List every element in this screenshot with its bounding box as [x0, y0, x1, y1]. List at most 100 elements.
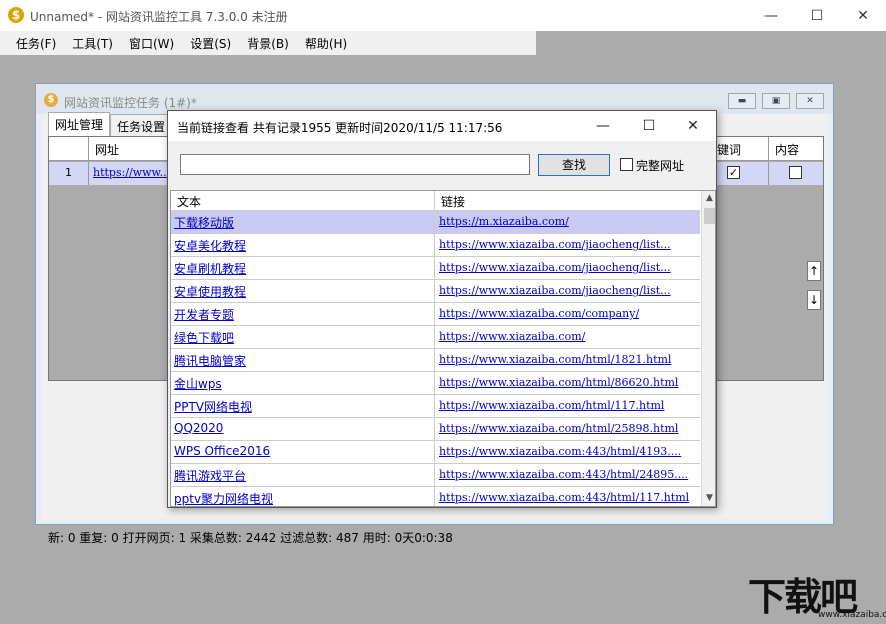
keywords-checkbox[interactable]: ✓	[727, 166, 740, 179]
list-item-text[interactable]: pptv聚力网络电视	[174, 492, 273, 506]
list-item[interactable]: PPTV网络电视 https://www.xiazaiba.com/html/11…	[171, 395, 700, 418]
menu-background[interactable]: 背景(B)	[239, 35, 297, 52]
list-item-link[interactable]: https://www.xiazaiba.com/html/86620.html	[435, 372, 700, 395]
child-dollar-icon: $	[44, 93, 58, 107]
list-item-text-cell: PPTV网络电视	[171, 395, 435, 418]
window-title: Unnamed* - 网站资讯监控工具 7.3.0.0 未注册	[30, 10, 288, 24]
list-item-link[interactable]: https://www.xiazaiba.com:443/html/117.ht…	[435, 487, 700, 506]
list-item-text-cell: 腾讯电脑管家	[171, 349, 435, 372]
list-item[interactable]: 安卓使用教程 https://www.xiazaiba.com/jiaocheng…	[171, 280, 700, 303]
menu-settings[interactable]: 设置(S)	[182, 35, 239, 52]
content-checkbox[interactable]	[789, 166, 802, 179]
grid-header-content: 内容	[775, 143, 800, 157]
app-dollar-icon: $	[8, 7, 24, 23]
maximize-button[interactable]: ☐	[794, 0, 840, 31]
list-item-text-cell: 安卓刷机教程	[171, 257, 435, 280]
list-item-text[interactable]: PPTV网络电视	[174, 400, 252, 414]
list-item-text[interactable]: WPS Office2016	[174, 444, 270, 458]
list-header-link[interactable]: 链接	[435, 191, 700, 211]
list-item-link[interactable]: https://www.xiazaiba.com:443/html/24895.…	[435, 464, 700, 487]
scroll-thumb[interactable]	[704, 208, 715, 224]
list-item-text[interactable]: 腾讯电脑管家	[174, 354, 246, 368]
grid-header-url: 网址	[89, 137, 169, 161]
row-keywords-cell: ✓	[711, 162, 769, 185]
list-item-text[interactable]: 安卓美化教程	[174, 239, 246, 253]
list-item-text[interactable]: 下载移动版	[174, 216, 234, 230]
tab-url-management[interactable]: 网址管理	[48, 112, 111, 136]
child-restore-button[interactable]: ▣	[762, 93, 790, 109]
list-item-link[interactable]: https://www.xiazaiba.com/company/	[435, 303, 700, 326]
search-button[interactable]: 查找	[538, 154, 610, 176]
list-item-text[interactable]: 绿色下载吧	[174, 331, 234, 345]
list-item-link[interactable]: https://www.xiazaiba.com/	[435, 326, 700, 349]
list-item-text-cell: 腾讯游戏平台	[171, 464, 435, 487]
search-input[interactable]	[180, 154, 530, 175]
move-up-button[interactable]: ↑	[807, 261, 821, 281]
list-item-text[interactable]: 金山wps	[174, 377, 222, 391]
menu-task[interactable]: 任务(F)	[8, 35, 64, 52]
scroll-down-icon[interactable]: ▼	[702, 491, 715, 506]
minimize-button[interactable]: —	[748, 0, 794, 31]
row-number: 1	[49, 162, 89, 185]
list-item-text-cell: pptv聚力网络电视	[171, 487, 435, 506]
row-url[interactable]: https://www...	[89, 162, 169, 185]
list-item-link[interactable]: https://www.xiazaiba.com/jiaocheng/list.…	[435, 257, 700, 280]
list-item-link[interactable]: https://www.xiazaiba.com/html/117.html	[435, 395, 700, 418]
dialog-close-button[interactable]: ✕	[670, 111, 716, 141]
list-item[interactable]: 金山wps https://www.xiazaiba.com/html/86620…	[171, 372, 700, 395]
list-item-link[interactable]: https://www.xiazaiba.com/html/1821.html	[435, 349, 700, 372]
list-item[interactable]: pptv聚力网络电视 https://www.xiazaiba.com:443/h…	[171, 487, 700, 506]
list-item-text-cell: 金山wps	[171, 372, 435, 395]
list-item[interactable]: 开发者专题 https://www.xiazaiba.com/company/	[171, 303, 700, 326]
list-item-text-cell: 下载移动版	[171, 211, 435, 234]
dialog-titlebar: 当前链接查看 共有记录1955 更新时间2020/11/5 11:17:56 —…	[168, 111, 716, 141]
dialog-maximize-button[interactable]: ☐	[626, 111, 672, 141]
child-window-title: 网站资讯监控任务 (1#)*	[64, 96, 197, 110]
menu-tools[interactable]: 工具(T)	[64, 35, 121, 52]
list-item-text-cell: 绿色下载吧	[171, 326, 435, 349]
row-content-cell	[769, 162, 823, 185]
list-item-text[interactable]: 安卓使用教程	[174, 285, 246, 299]
watermark-url: www.xiazaiba.com	[818, 610, 886, 620]
list-item[interactable]: 安卓刷机教程 https://www.xiazaiba.com/jiaocheng…	[171, 257, 700, 280]
list-item-text-cell: WPS Office2016	[171, 441, 435, 464]
list-item-text-cell: 安卓使用教程	[171, 280, 435, 303]
list-item-link[interactable]: https://www.xiazaiba.com/jiaocheng/list.…	[435, 280, 700, 303]
list-item-link[interactable]: https://www.xiazaiba.com/html/25898.html	[435, 418, 700, 441]
list-header-text[interactable]: 文本	[171, 191, 435, 211]
close-button[interactable]: ✕	[840, 0, 886, 31]
list-item-text-cell: 安卓美化教程	[171, 234, 435, 257]
list-item[interactable]: 安卓美化教程 https://www.xiazaiba.com/jiaocheng…	[171, 234, 700, 257]
list-item[interactable]: QQ2020 https://www.xiazaiba.com/html/2589…	[171, 418, 700, 441]
menu-help[interactable]: 帮助(H)	[297, 35, 355, 52]
dialog-minimize-button[interactable]: —	[580, 111, 626, 141]
list-item-text[interactable]: 开发者专题	[174, 308, 234, 322]
main-titlebar: $ Unnamed* - 网站资讯监控工具 7.3.0.0 未注册 — ☐ ✕	[0, 0, 886, 31]
grid-header-keywords: 键词	[711, 137, 769, 161]
list-item-text[interactable]: 安卓刷机教程	[174, 262, 246, 276]
child-close-button[interactable]: ✕	[796, 93, 824, 109]
list-item-text[interactable]: QQ2020	[174, 421, 223, 435]
dialog-title: 当前链接查看 共有记录1955 更新时间2020/11/5 11:17:56	[177, 121, 503, 135]
list-item-text-cell: 开发者专题	[171, 303, 435, 326]
menu-bar: 任务(F) 工具(T) 窗口(W) 设置(S) 背景(B) 帮助(H)	[0, 31, 536, 55]
list-item-text[interactable]: 腾讯游戏平台	[174, 469, 246, 483]
full-url-checkbox[interactable]	[620, 158, 633, 171]
full-url-label: 完整网址	[636, 159, 685, 173]
list-item[interactable]: 腾讯游戏平台 https://www.xiazaiba.com:443/html/…	[171, 464, 700, 487]
list-item[interactable]: WPS Office2016 https://www.xiazaiba.com:4…	[171, 441, 700, 464]
move-down-button[interactable]: ↓	[807, 290, 821, 310]
child-minimize-button[interactable]: ▬	[728, 93, 756, 109]
list-item[interactable]: 腾讯电脑管家 https://www.xiazaiba.com/html/1821…	[171, 349, 700, 372]
list-item[interactable]: 下载移动版 https://m.xiazaiba.com/	[171, 211, 700, 234]
list-rows: 下载移动版 https://m.xiazaiba.com/安卓美化教程 https:…	[171, 211, 700, 506]
tab-task-settings[interactable]: 任务设置	[110, 114, 173, 136]
vertical-scrollbar[interactable]: ▲ ▼	[701, 191, 715, 506]
scroll-up-icon[interactable]: ▲	[702, 191, 715, 206]
list-item-link[interactable]: https://www.xiazaiba.com:443/html/4193..…	[435, 441, 700, 464]
list-item-text-cell: QQ2020	[171, 418, 435, 441]
menu-window[interactable]: 窗口(W)	[121, 35, 182, 52]
list-item-link[interactable]: https://m.xiazaiba.com/	[435, 211, 700, 234]
list-item-link[interactable]: https://www.xiazaiba.com/jiaocheng/list.…	[435, 234, 700, 257]
list-item[interactable]: 绿色下载吧 https://www.xiazaiba.com/	[171, 326, 700, 349]
